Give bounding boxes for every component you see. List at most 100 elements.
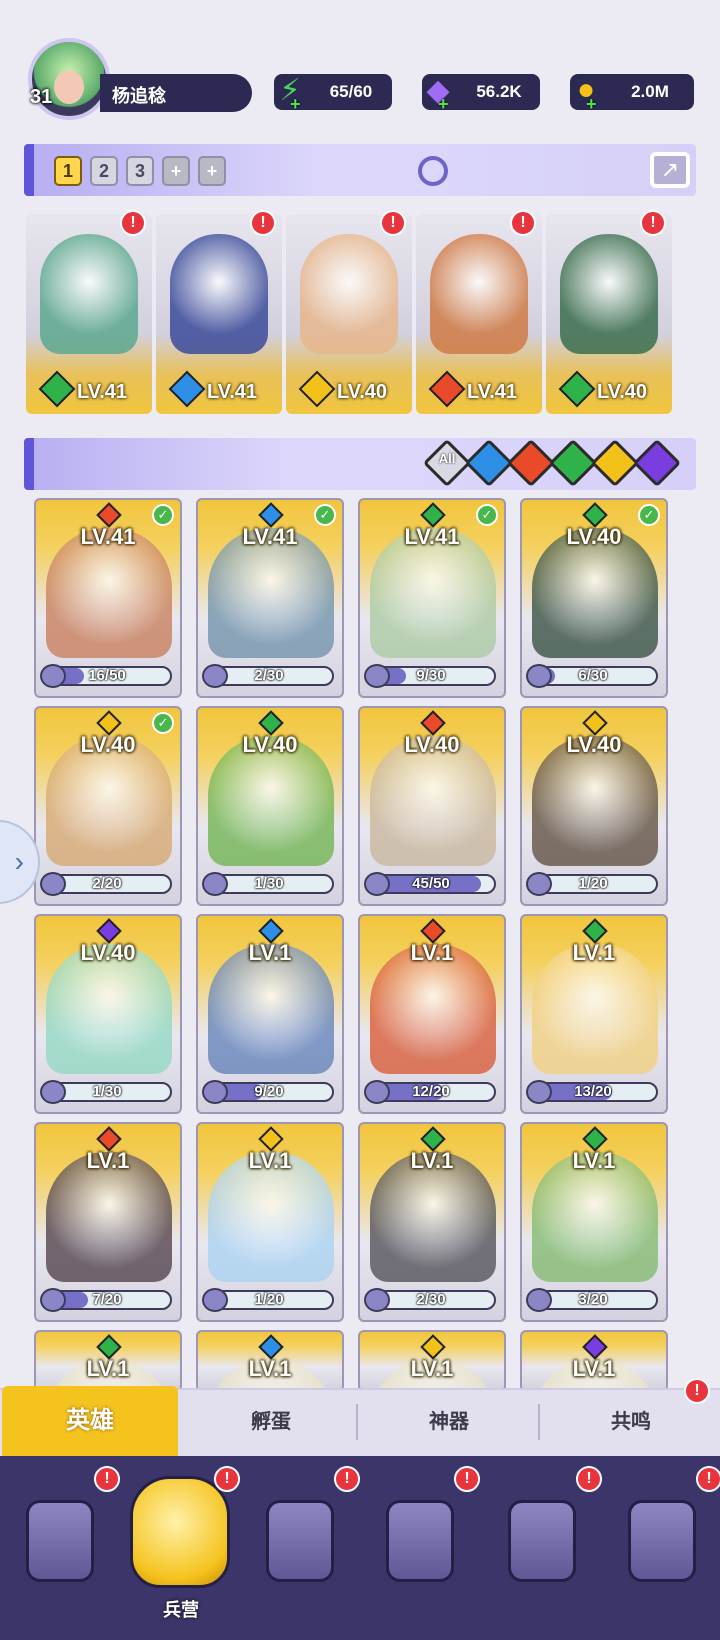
tab-subtab-1[interactable]: 孵蛋 — [186, 1402, 356, 1442]
tab-divider — [538, 1404, 540, 1440]
hero-level: LV.41 — [76, 381, 128, 403]
shard-icon — [364, 1080, 390, 1104]
hero-level: LV.40 — [566, 524, 622, 549]
hero-card[interactable]: LV.41 ✓ 2/30 — [196, 498, 344, 698]
hero-card[interactable]: LV.40 ✓ 2/20 — [34, 706, 182, 906]
team-tab-2[interactable]: 2 — [90, 156, 118, 186]
alert-badge: ! — [576, 1466, 602, 1492]
map-icon — [266, 1500, 334, 1582]
hero-card[interactable]: LV.1 — [196, 1330, 344, 1392]
player-name: 杨追稔 — [112, 86, 166, 106]
tab-subtab-0[interactable]: 英雄 — [2, 1386, 178, 1456]
team-tab-3[interactable]: 3 — [126, 156, 154, 186]
hero-card[interactable]: LV.1 12/20 — [358, 914, 506, 1114]
hero-level: LV.1 — [248, 940, 292, 965]
hero-card[interactable]: LV.1 — [358, 1330, 506, 1392]
gem-value: 56.2K — [476, 82, 522, 101]
hero-card[interactable]: LV.1 — [520, 1330, 668, 1392]
hero-level: LV.1 — [86, 1148, 130, 1173]
alert-badge: ! — [684, 1378, 710, 1404]
hero-level: LV.1 — [86, 1356, 130, 1381]
alert-badge: ! — [696, 1466, 720, 1492]
hero-card[interactable]: LV.1 7/20 — [34, 1122, 182, 1322]
nav-cards[interactable] — [12, 1470, 108, 1620]
hero-level: LV.40 — [566, 732, 622, 757]
hero-card[interactable]: LV.1 9/20 — [196, 914, 344, 1114]
team-hero-slot[interactable]: LV.40 — [546, 214, 672, 414]
hero-level: LV.1 — [410, 1148, 454, 1173]
hero-card[interactable]: LV.41 ✓ 16/50 — [34, 498, 182, 698]
guild-icon — [508, 1500, 576, 1582]
hero-level: LV.41 — [206, 381, 258, 403]
nav-guild[interactable] — [494, 1470, 590, 1620]
shard-icon — [526, 1080, 552, 1104]
team-hero-slot[interactable]: LV.41 — [26, 214, 152, 414]
top-bar: 31 杨追稔 ⚡ + 65/60 ◆ + 56.2K ● + 2.0M — [0, 0, 720, 140]
add-gems-icon[interactable]: + — [438, 94, 449, 115]
shard-icon — [40, 664, 66, 688]
search-icon[interactable] — [418, 156, 448, 186]
team-tab-add-1[interactable]: + — [162, 156, 190, 186]
gold-counter[interactable]: ● + 2.0M — [570, 73, 694, 114]
nav-map[interactable] — [252, 1470, 348, 1620]
shard-icon — [526, 664, 552, 688]
gem-counter[interactable]: ◆ + 56.2K — [422, 74, 540, 114]
in-team-check-icon: ✓ — [638, 504, 660, 526]
hero-card[interactable]: LV.40 1/20 — [520, 706, 668, 906]
alert-badge: ! — [454, 1466, 480, 1492]
alert-badge: ! — [640, 210, 666, 236]
shard-icon — [364, 872, 390, 896]
alert-badge: ! — [334, 1466, 360, 1492]
team-hero-slot[interactable]: LV.40 — [286, 214, 412, 414]
tab-subtab-3[interactable]: 共鸣 — [546, 1402, 716, 1442]
hero-card[interactable]: LV.40 1/30 — [34, 914, 182, 1114]
shard-icon — [202, 1080, 228, 1104]
hero-level: LV.40 — [242, 732, 298, 757]
hero-card[interactable]: LV.1 13/20 — [520, 914, 668, 1114]
add-gold-icon[interactable]: + — [586, 94, 597, 115]
gold-value: 2.0M — [631, 82, 669, 101]
hero-level: LV.40 — [80, 940, 136, 965]
team-hero-slot[interactable]: LV.41 — [156, 214, 282, 414]
shard-icon — [40, 1080, 66, 1104]
filter-all-label: All — [438, 451, 456, 466]
hero-level: LV.40 — [404, 732, 460, 757]
hero-card[interactable]: LV.1 — [34, 1330, 182, 1392]
shard-icon — [40, 872, 66, 896]
hero-card[interactable]: LV.40 1/30 — [196, 706, 344, 906]
hero-card[interactable]: LV.41 ✓ 9/30 — [358, 498, 506, 698]
team-tab-add-2[interactable]: + — [198, 156, 226, 186]
hero-portrait — [430, 234, 528, 354]
nav-barracks[interactable]: 兵营 — [126, 1470, 236, 1620]
nav-castle[interactable] — [372, 1470, 468, 1620]
hero-level: LV.40 — [80, 732, 136, 757]
shard-icon — [40, 1288, 66, 1312]
hero-level: LV.1 — [410, 1356, 454, 1381]
shard-icon — [526, 872, 552, 896]
team-hero-slot[interactable]: LV.41 — [416, 214, 542, 414]
hero-level: LV.1 — [248, 1356, 292, 1381]
tab-subtab-2[interactable]: 神器 — [364, 1402, 534, 1442]
hero-level: LV.41 — [242, 524, 298, 549]
alert-badge: ! — [510, 210, 536, 236]
hero-level: LV.1 — [572, 1356, 616, 1381]
share-icon[interactable]: ↗ — [650, 152, 690, 188]
hero-card[interactable]: LV.40 45/50 — [358, 706, 506, 906]
hero-card[interactable]: LV.1 2/30 — [358, 1122, 506, 1322]
hero-portrait — [300, 234, 398, 354]
nav-banner[interactable] — [614, 1470, 710, 1620]
player-level: 31 — [30, 86, 53, 108]
add-energy-icon[interactable]: + — [290, 94, 301, 115]
hero-level: LV.1 — [572, 1148, 616, 1173]
team-tab-1[interactable]: 1 — [54, 156, 82, 186]
hero-card[interactable]: LV.40 ✓ 6/30 — [520, 498, 668, 698]
hero-portrait — [170, 234, 268, 354]
in-team-check-icon: ✓ — [152, 712, 174, 734]
hero-card[interactable]: LV.1 3/20 — [520, 1122, 668, 1322]
hero-card[interactable]: LV.1 1/20 — [196, 1122, 344, 1322]
in-team-check-icon: ✓ — [476, 504, 498, 526]
barracks-icon — [130, 1476, 230, 1588]
shard-icon — [364, 664, 390, 688]
hero-level: LV.41 — [404, 524, 460, 549]
energy-counter[interactable]: ⚡ + 65/60 — [274, 74, 392, 114]
